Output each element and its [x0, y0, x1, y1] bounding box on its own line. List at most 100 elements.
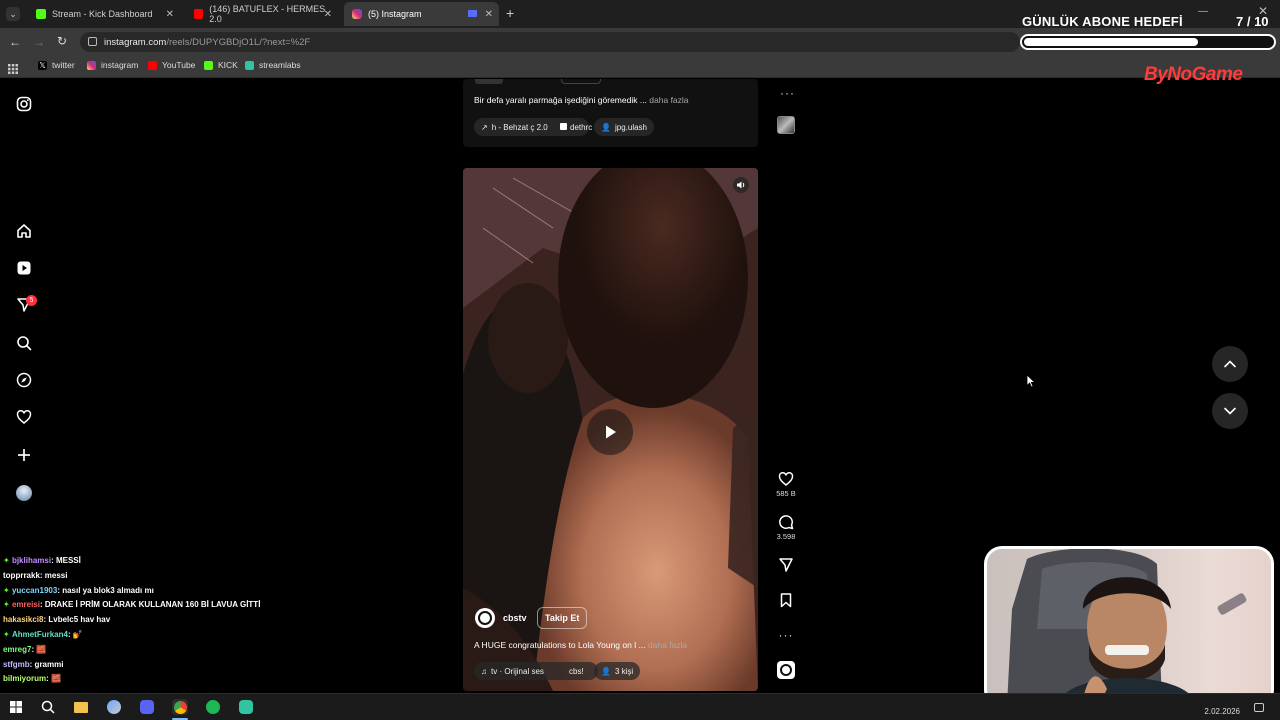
profile-avatar[interactable] — [15, 484, 33, 502]
close-icon[interactable]: ✕ — [166, 9, 174, 20]
more-link[interactable]: daha fazla — [649, 95, 688, 105]
address-bar[interactable]: instagram.com/reels/DUPYGBDjO1L/?next=%2… — [80, 32, 1020, 52]
bookmark-twitter[interactable]: 𝕏 twitter — [38, 60, 75, 70]
bookmark-youtube[interactable]: YouTube — [148, 60, 195, 70]
streamlabs-icon[interactable] — [238, 699, 254, 715]
follow-button-edge — [561, 79, 601, 84]
chat-text: : DRAKE İ PRİM OLARAK KULLANAN 160 Bİ LA… — [39, 600, 261, 610]
chat-username[interactable]: emreg7 — [3, 645, 31, 654]
subscriber-goal-count: 7 / 10 — [1236, 14, 1269, 29]
chat-username[interactable]: emreisi — [12, 600, 40, 609]
chrome-icon[interactable] — [172, 699, 188, 715]
taskbar-date: 2.02.2026 — [1204, 707, 1240, 716]
tab-search-button[interactable]: ⌄ — [6, 7, 20, 21]
back-button[interactable]: ← — [9, 35, 21, 49]
chat-text: : 🧱 — [31, 644, 47, 654]
chat-text: : MESSİ — [51, 556, 81, 565]
chat-username[interactable]: topprrakk — [3, 571, 40, 580]
previous-reel[interactable]: Bir defa yaralı parmağa işediğini göreme… — [463, 79, 758, 147]
comment-button[interactable]: 3.598 — [776, 514, 796, 541]
bookmark-kick[interactable]: KICK — [204, 60, 238, 70]
bookmark-label: streamlabs — [259, 60, 301, 70]
bookmarks-bar: 𝕏 twitter instagram YouTube KICK streaml… — [0, 56, 1280, 78]
more-link[interactable]: daha fazla — [648, 640, 687, 650]
avatar[interactable] — [475, 608, 495, 628]
app-icon[interactable] — [106, 699, 122, 715]
next-reel-button[interactable] — [1212, 393, 1248, 429]
youtube-icon — [194, 9, 204, 19]
audio-thumbnail[interactable] — [777, 116, 795, 134]
chat-message: ✦ emreisi: DRAKE İ PRİM OLARAK KULLANAN … — [3, 598, 303, 613]
site-info-icon[interactable] — [88, 37, 97, 46]
reel-caption[interactable]: Bir defa yaralı parmağa işediğini göreme… — [474, 95, 689, 105]
chat-username[interactable]: stfgmb — [3, 660, 30, 669]
reels-icon[interactable] — [15, 259, 33, 277]
bookmark-instagram[interactable]: instagram — [87, 60, 138, 70]
mouse-cursor-icon — [1026, 374, 1036, 388]
chat-text: : nasıl ya blok3 almadı mı — [57, 585, 154, 595]
arrow-icon: ↗ — [481, 122, 488, 132]
close-icon[interactable]: ✕ — [324, 9, 332, 20]
heart-icon[interactable] — [15, 408, 33, 426]
explore-icon[interactable] — [15, 371, 33, 389]
home-icon[interactable] — [15, 222, 33, 240]
chat-message: ✦ yuccan1903: nasıl ya blok3 almadı mı — [3, 584, 303, 599]
audio-pill[interactable]: ♫ tv · Orijinal ses cbs! — [474, 662, 598, 680]
audio-pill[interactable]: ↗ h - Behzat ç 2.0 dethrc — [474, 118, 592, 136]
reel-video[interactable]: cbstv Takip Et A HUGE congratulations to… — [463, 168, 758, 691]
bookmark-label: KICK — [218, 60, 238, 70]
subscriber-badge-icon: ✦ — [3, 585, 12, 595]
discord-icon[interactable] — [139, 699, 155, 715]
search-icon[interactable] — [15, 334, 33, 352]
more-options-icon[interactable]: ··· — [776, 628, 796, 642]
chat-text: : grammi — [29, 659, 64, 669]
save-button[interactable] — [776, 592, 796, 610]
play-icon[interactable] — [587, 409, 633, 455]
streamlabs-icon — [245, 60, 254, 70]
new-tab-button[interactable]: + — [506, 5, 514, 21]
search-icon[interactable] — [40, 699, 56, 715]
chat-text: : messi — [39, 570, 68, 580]
reel-caption[interactable]: A HUGE congratulations to Lola Young on … — [474, 640, 687, 650]
create-plus-icon[interactable] — [15, 446, 33, 464]
chat-username[interactable]: AhmetFurkan4 — [12, 630, 68, 639]
subscriber-badge-icon: ✦ — [3, 600, 12, 610]
volume-icon[interactable] — [733, 177, 749, 193]
notification-icon[interactable] — [1254, 703, 1264, 712]
follow-button[interactable]: Takip Et — [537, 607, 588, 629]
close-icon[interactable]: ✕ — [485, 9, 493, 20]
previous-reel-button[interactable] — [1212, 346, 1248, 382]
bookmark-streamlabs[interactable]: streamlabs — [245, 60, 301, 70]
subscriber-badge-icon: ✦ — [3, 556, 12, 565]
spotify-icon[interactable] — [205, 699, 221, 715]
reload-button[interactable]: ↻ — [57, 34, 67, 48]
tab-instagram[interactable]: (5) Instagram ✕ — [344, 2, 499, 26]
chat-username[interactable]: yuccan1903 — [12, 586, 57, 595]
like-button[interactable]: 585 B — [776, 471, 796, 498]
chat-username[interactable]: bjklihamsi — [12, 556, 51, 565]
bookmark-label: instagram — [101, 60, 139, 70]
cast-icon — [468, 10, 477, 17]
file-explorer-icon[interactable] — [73, 699, 89, 715]
instagram-logo-icon[interactable] — [15, 95, 33, 113]
reel-username[interactable]: cbstv — [503, 613, 527, 623]
audio-thumbnail[interactable] — [777, 661, 795, 679]
caption-text: Bir defa yaralı parmağa işediğini göreme… — [474, 95, 647, 105]
share-button[interactable] — [776, 557, 796, 575]
minimize-button[interactable]: — — [1198, 6, 1208, 17]
more-options-icon[interactable]: ··· — [780, 86, 795, 100]
stream-chat: ✦ bjklihamsi: MESSİ topprrakk: messi ✦ yuc… — [3, 554, 303, 687]
chat-username[interactable]: bilmiyorum — [3, 674, 46, 683]
tab-kick-dashboard[interactable]: Stream - Kick Dashboard ✕ — [28, 2, 180, 26]
tagged-people-pill[interactable]: 👤 jpg.ulash — [594, 118, 654, 136]
chat-text: : Lvbelc5 hav hav — [43, 615, 111, 625]
instagram-icon — [352, 9, 362, 19]
pill-text: 3 kişi — [614, 666, 634, 676]
tab-youtube[interactable]: (146) BATUFLEX - HERMES 2.0 ✕ — [186, 2, 338, 26]
windows-start-icon[interactable] — [8, 699, 24, 715]
forward-button[interactable]: → — [33, 35, 45, 49]
pill-text: jpg.ulash — [614, 122, 647, 132]
tagged-people-pill[interactable]: 👤 3 kişi — [594, 662, 641, 680]
chat-username[interactable]: hakasikci8 — [3, 615, 43, 624]
apps-grid-icon[interactable] — [8, 61, 18, 74]
